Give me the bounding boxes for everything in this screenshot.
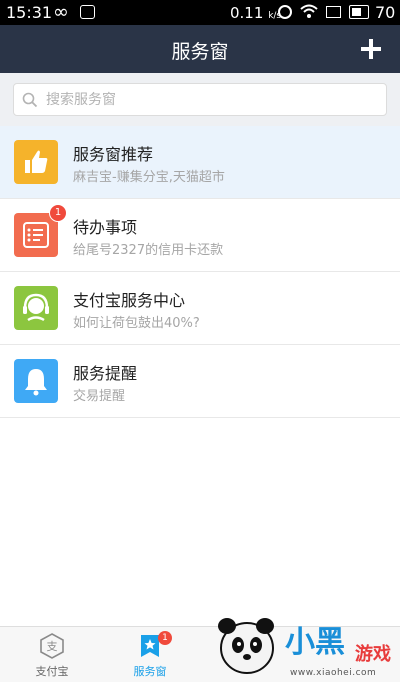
network-speed-value: 0.11 bbox=[230, 4, 264, 22]
weibo-notification-icon bbox=[80, 5, 95, 19]
list-item-title: 服务提醒 bbox=[73, 364, 138, 383]
list-item-reminder[interactable]: 服务提醒 交易提醒 bbox=[0, 345, 400, 418]
svg-text:支: 支 bbox=[47, 640, 58, 653]
list-item-subtitle: 交易提醒 bbox=[73, 389, 126, 404]
list-item-service-center[interactable]: 支付宝服务中心 如何让荷包鼓出40%? bbox=[0, 272, 400, 345]
page-title: 服务窗 bbox=[171, 41, 229, 63]
battery-icon bbox=[349, 5, 369, 19]
list-item-subtitle: 麻吉宝-赚集分宝,天猫超市 bbox=[73, 170, 225, 185]
tab-alipay[interactable]: 支 支付宝 bbox=[2, 627, 102, 683]
service-list: 服务窗推荐 麻吉宝-赚集分宝,天猫超市 1 待办事项 给尾号2327的信用卡还款 bbox=[0, 126, 400, 418]
tab-badge: 1 bbox=[158, 631, 172, 645]
add-button[interactable] bbox=[354, 32, 388, 66]
status-time: 15:31 bbox=[6, 3, 53, 22]
list-item-title: 服务窗推荐 bbox=[73, 145, 154, 164]
wifi-icon bbox=[300, 4, 318, 18]
nav-bar: 服务窗 bbox=[0, 25, 400, 73]
list-item-subtitle: 给尾号2327的信用卡还款 bbox=[73, 243, 224, 258]
list-item-title: 待办事项 bbox=[73, 218, 138, 237]
network-speed: 0.11 k/s bbox=[230, 4, 281, 22]
search-input[interactable] bbox=[44, 90, 368, 109]
headset-icon bbox=[14, 286, 58, 330]
infinity-icon: ∞ bbox=[53, 1, 69, 23]
thumbs-up-icon bbox=[14, 140, 58, 184]
screen-icon bbox=[326, 6, 341, 18]
list-item-title: 支付宝服务中心 bbox=[73, 291, 186, 310]
list-item-subtitle: 如何让荷包鼓出40%? bbox=[73, 316, 200, 331]
search-icon bbox=[22, 92, 38, 107]
list-item-todo[interactable]: 1 待办事项 给尾号2327的信用卡还款 bbox=[0, 199, 400, 272]
tab-service-window[interactable]: 1 服务窗 bbox=[100, 627, 200, 683]
battery-level: 70 bbox=[375, 3, 396, 22]
bell-icon bbox=[14, 359, 58, 403]
search-bar bbox=[0, 73, 400, 126]
list-item-recommend[interactable]: 服务窗推荐 麻吉宝-赚集分宝,天猫超市 bbox=[0, 126, 400, 199]
status-bar: 15:31 ∞ 0.11 k/s 70 bbox=[0, 0, 400, 25]
alipay-icon: 支 bbox=[40, 633, 64, 659]
watermark-url: www.xiaohei.com bbox=[290, 668, 377, 678]
svg-text:游戏: 游戏 bbox=[355, 643, 391, 665]
svg-text:小黑: 小黑 bbox=[285, 625, 345, 660]
tab-label: 支付宝 bbox=[35, 665, 69, 678]
battery-fill bbox=[351, 7, 362, 16]
alarm-icon bbox=[278, 5, 292, 19]
tab-label: 服务窗 bbox=[133, 665, 167, 678]
search-box[interactable] bbox=[13, 83, 387, 116]
notification-badge: 1 bbox=[49, 204, 67, 222]
